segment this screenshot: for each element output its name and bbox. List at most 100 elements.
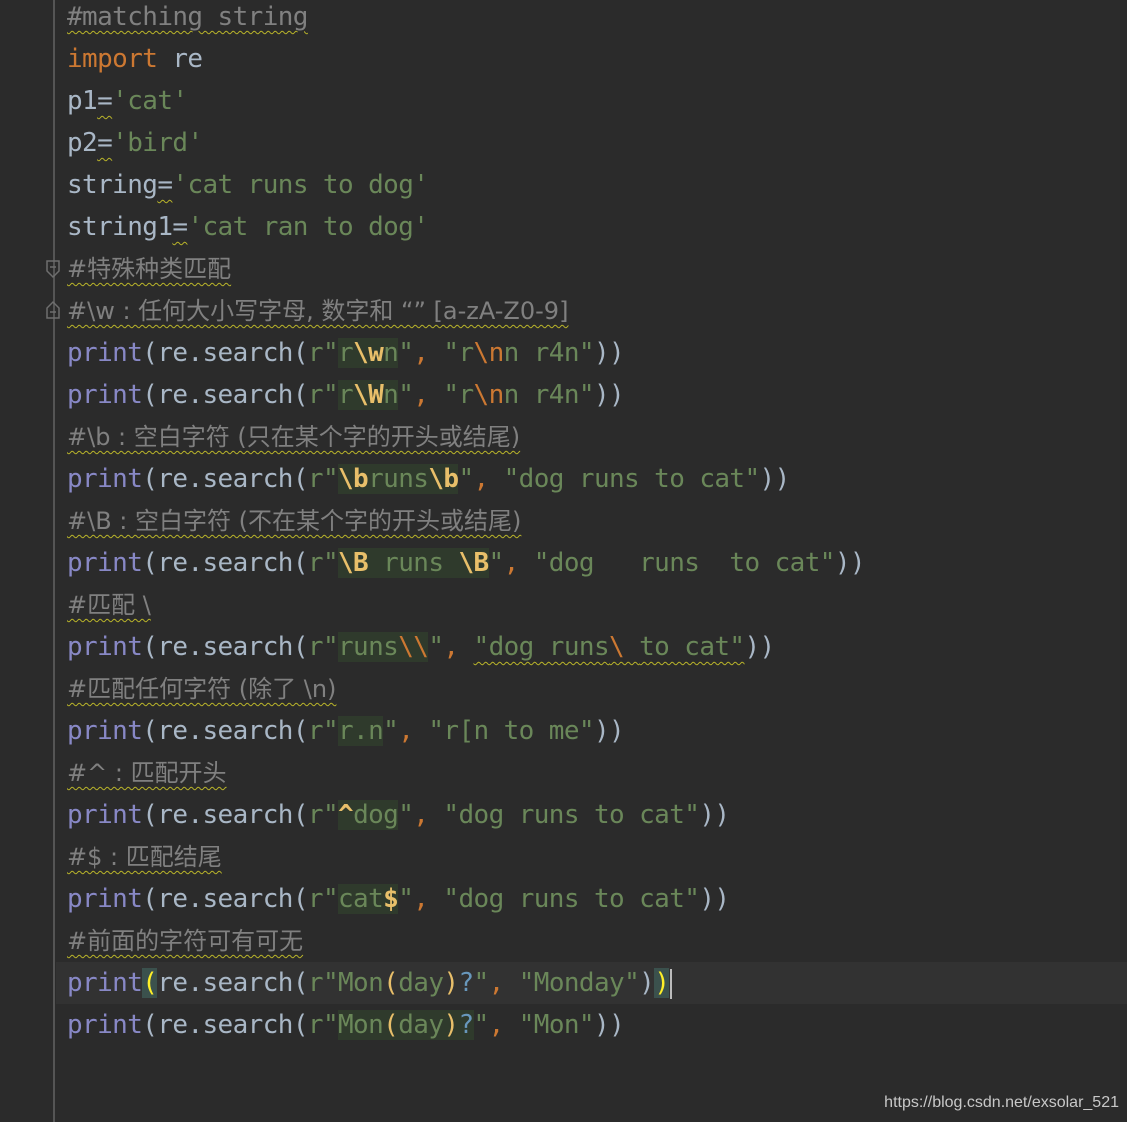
print-builtin: print — [67, 968, 143, 998]
paren: ( — [142, 464, 158, 494]
string-literal: 'cat' — [112, 86, 188, 116]
code-line-12[interactable]: print(re.search(r"\bruns\b", "dog runs t… — [67, 458, 790, 500]
print-builtin: print — [67, 548, 143, 578]
raw-string-prefix: r" — [307, 548, 339, 578]
watermark: https://blog.csdn.net/exsolar_521 — [884, 1094, 1119, 1111]
regex-text: r.n — [338, 716, 384, 746]
regex-pattern: r.n — [338, 716, 384, 746]
code-line-6[interactable]: string1='cat ran to dog' — [67, 206, 429, 248]
paren: ( — [292, 884, 309, 914]
re-search-call: re.search — [157, 800, 293, 830]
import-keyword: import — [67, 44, 158, 74]
paren: ) — [593, 716, 610, 746]
target-string: "dog runs to cat" — [504, 464, 761, 494]
code-line-4[interactable]: p2='bird' — [67, 122, 203, 164]
print-builtin: print — [67, 800, 143, 830]
regex-pattern: r\Wn — [338, 380, 399, 410]
comma: , — [488, 968, 505, 998]
comment: #^ : 匹配开头 — [67, 759, 227, 787]
regex-group: ) — [443, 1010, 459, 1040]
string-literal: 'cat ran to dog' — [187, 212, 429, 242]
code-line-2[interactable]: import re — [67, 38, 203, 80]
regex-escape: \B — [458, 548, 489, 578]
regex-group: ( — [383, 968, 399, 998]
comment: #特殊种类匹配 — [67, 255, 232, 283]
re-search-call: re.search — [157, 1010, 293, 1040]
code-line-22[interactable]: print(re.search(r"cat$", "dog runs to ca… — [67, 878, 730, 920]
comma: , — [443, 632, 459, 662]
print-builtin: print — [67, 380, 143, 410]
code-line-11[interactable]: #\b : 空白字符 (只在某个字的开头或结尾) — [67, 416, 520, 458]
code-line-23[interactable]: #前面的字符可有可无 — [67, 920, 303, 962]
escape-sequence: \ — [609, 632, 640, 662]
quote: " — [383, 716, 399, 746]
regex-text: r — [338, 338, 354, 368]
code-line-17[interactable]: #匹配任何字符 (除了 \n) — [67, 668, 336, 710]
target-string: "dog runs to cat" — [533, 548, 836, 578]
comma: , — [413, 800, 429, 830]
code-line-3[interactable]: p1='cat' — [67, 80, 188, 122]
regex-text: dog — [353, 800, 399, 830]
code-line-9[interactable]: print(re.search(r"r\wn", "r\nn r4n")) — [67, 332, 625, 374]
regex-text: Mon — [338, 1010, 384, 1040]
code-line-14[interactable]: print(re.search(r"\B runs \B", "dog runs… — [67, 542, 866, 584]
code-line-8[interactable]: #\w : 任何大小写字母, 数字和 “” [a-zA-Z0-9] — [67, 290, 568, 332]
code-line-18[interactable]: print(re.search(r"r.n", "r[n to me")) — [67, 710, 625, 752]
regex-group: ( — [383, 1010, 399, 1040]
code-line-24[interactable]: print(re.search(r"Mon(day)?", "Monday")) — [67, 962, 673, 1004]
editor-gutter — [0, 0, 54, 1122]
code-line-21[interactable]: #$ : 匹配结尾 — [67, 836, 222, 878]
code-line-19[interactable]: #^ : 匹配开头 — [67, 752, 227, 794]
code-line-10[interactable]: print(re.search(r"r\Wn", "r\nn r4n")) — [67, 374, 625, 416]
re-search-call: re.search — [157, 716, 293, 746]
paren: ( — [292, 380, 309, 410]
regex-pattern: cat$ — [338, 884, 399, 914]
code-line-16[interactable]: print(re.search(r"runs\\", "dog runs\ to… — [67, 626, 775, 668]
comment: #$ : 匹配结尾 — [67, 843, 222, 871]
paren: ( — [292, 632, 309, 662]
string-literal: 'bird' — [112, 128, 203, 158]
paren: ) — [699, 884, 715, 914]
regex-pattern: \B runs \B — [338, 548, 489, 578]
fold-end-icon[interactable] — [45, 300, 61, 320]
string-text: to cat" — [639, 632, 745, 662]
regex-quantifier: ? — [458, 1010, 474, 1040]
string-text: "Monday" — [518, 968, 640, 998]
string-text: n r4n" — [503, 380, 595, 410]
comment: #匹配任何字符 (除了 \n) — [67, 675, 337, 703]
paren: ( — [142, 884, 158, 914]
variable-name: p2 — [67, 128, 98, 158]
fold-collapse-icon[interactable] — [45, 259, 61, 279]
code-line-5[interactable]: string='cat runs to dog' — [67, 164, 429, 206]
code-line-20[interactable]: print(re.search(r"^dog", "dog runs to ca… — [67, 794, 730, 836]
paren: ( — [292, 1010, 309, 1040]
regex-text: day — [398, 968, 444, 998]
re-search-call: re.search — [157, 338, 293, 368]
code-line-1[interactable]: #matching string — [67, 0, 308, 38]
regex-text: Mon — [338, 968, 384, 998]
code-line-7[interactable]: #特殊种类匹配 — [67, 248, 231, 290]
regex-anchor: ^ — [338, 800, 354, 830]
code-line-13[interactable]: #\B : 空白字符 (不在某个字的开头或结尾) — [67, 500, 521, 542]
regex-group: ) — [443, 968, 459, 998]
paren: ( — [142, 1010, 158, 1040]
target-string: "dog runs\ to cat" — [474, 632, 746, 662]
raw-string-prefix: r" — [307, 716, 339, 746]
code-line-15[interactable]: #匹配 \ — [67, 584, 151, 626]
string-text: "dog runs to cat" — [533, 548, 836, 578]
regex-pattern: Mon(day)? — [338, 968, 474, 998]
module-name: re — [157, 44, 203, 74]
comma: , — [488, 1010, 505, 1040]
comma: , — [503, 548, 520, 578]
raw-string-prefix: r" — [307, 380, 339, 410]
paren: ( — [142, 380, 158, 410]
quote: " — [398, 380, 414, 410]
string-text: "dog runs to cat" — [443, 800, 700, 830]
regex-pattern: ^dog — [338, 800, 399, 830]
variable-name: string — [67, 170, 158, 200]
code-line-25[interactable]: print(re.search(r"Mon(day)?", "Mon")) — [67, 1004, 625, 1046]
assign-operator: = — [97, 86, 113, 116]
variable-name: string1 — [67, 212, 173, 242]
target-string: "dog runs to cat" — [443, 800, 700, 830]
